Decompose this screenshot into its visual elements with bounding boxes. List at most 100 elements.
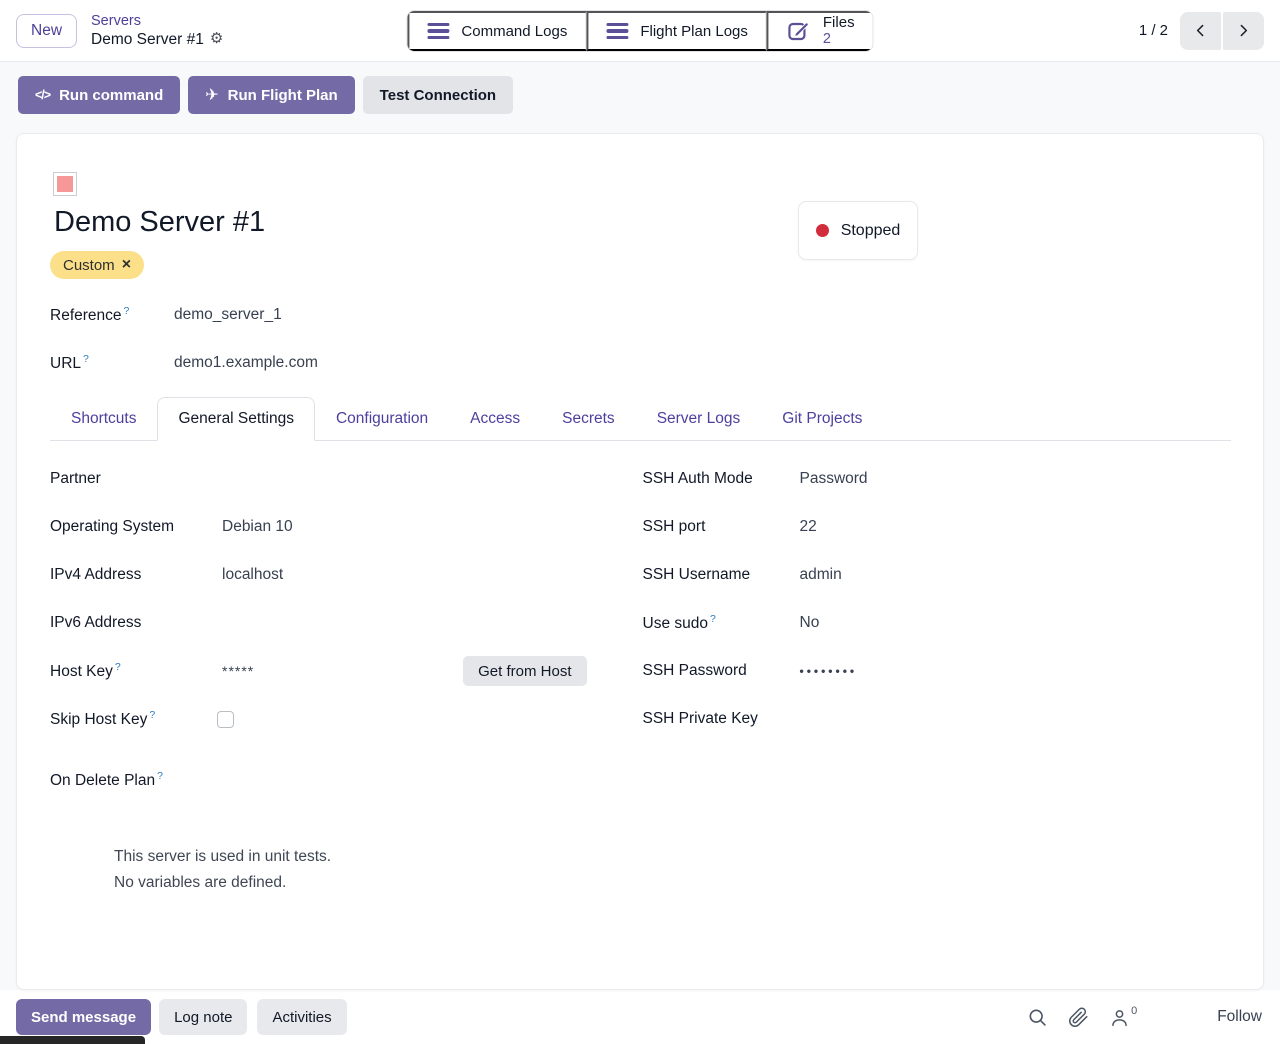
tag-label: Custom	[63, 257, 115, 274]
field-ssh-private-key: SSH Private Key	[643, 695, 1232, 743]
status-dot-icon	[816, 224, 829, 237]
operating-system-label: Operating System	[50, 518, 222, 536]
ssh-password-label: SSH Password	[643, 662, 800, 680]
field-ssh-auth-mode: SSH Auth Mode Password	[643, 455, 1232, 503]
on-delete-plan-label-wrap: On Delete Plan?	[50, 770, 222, 790]
tab-general-settings[interactable]: General Settings	[157, 397, 314, 441]
stat-button-command-logs[interactable]: Command Logs	[407, 11, 586, 51]
notebook-tabs: Shortcuts General Settings Configuration…	[50, 397, 1231, 441]
operating-system-value[interactable]: Debian 10	[222, 518, 605, 536]
status-strip	[0, 1036, 145, 1044]
ipv4-value[interactable]: localhost	[222, 566, 605, 584]
stat-button-flight-plan-logs[interactable]: Flight Plan Logs	[586, 11, 767, 51]
pager: 1 / 2	[1139, 12, 1264, 50]
test-connection-button[interactable]: Test Connection	[363, 76, 513, 114]
pager-position: 1 / 2	[1139, 22, 1168, 39]
ssh-auth-mode-value[interactable]: Password	[800, 470, 1232, 488]
field-use-sudo: Use sudo? No	[643, 599, 1232, 647]
stat-button-count: 2	[823, 31, 831, 48]
tab-shortcuts[interactable]: Shortcuts	[50, 397, 157, 441]
stat-button-label: Flight Plan Logs	[640, 23, 748, 40]
stat-button-files[interactable]: Files 2	[767, 11, 873, 51]
new-button[interactable]: New	[16, 14, 77, 48]
stat-button-group: Command Logs Flight Plan Logs Files 2	[406, 10, 873, 52]
plane-icon: ✈	[205, 85, 218, 105]
field-reference: Reference? demo_server_1	[50, 291, 1231, 339]
note-line: This server is used in unit tests.	[114, 844, 605, 870]
color-swatch[interactable]	[53, 172, 77, 196]
action-bar: </> Run command ✈ Run Flight Plan Test C…	[0, 62, 1280, 129]
test-connection-label: Test Connection	[380, 87, 496, 104]
followers-count: 0	[1131, 1005, 1137, 1017]
ssh-username-value[interactable]: admin	[800, 566, 1232, 584]
field-ssh-port: SSH port 22	[643, 503, 1232, 551]
ssh-password-value[interactable]: ••••••••	[800, 664, 1232, 678]
help-icon[interactable]: ?	[157, 770, 163, 782]
use-sudo-label: Use sudo	[643, 615, 708, 632]
search-messages-icon[interactable]	[1027, 1007, 1048, 1028]
reference-value[interactable]: demo_server_1	[174, 306, 282, 324]
log-note-button[interactable]: Log note	[159, 999, 247, 1035]
tab-secrets[interactable]: Secrets	[541, 397, 636, 441]
use-sudo-value[interactable]: No	[800, 614, 1232, 632]
pager-next-button[interactable]	[1223, 12, 1264, 50]
breadcrumb-parent-link[interactable]: Servers	[91, 12, 223, 30]
run-command-label: Run command	[59, 87, 163, 104]
chevron-right-icon	[1235, 22, 1252, 39]
note-line: No variables are defined.	[114, 870, 605, 896]
tag-remove-icon[interactable]: ×	[122, 257, 131, 273]
pager-previous-button[interactable]	[1180, 12, 1221, 50]
server-notes: This server is used in unit tests. No va…	[114, 844, 605, 896]
field-ssh-username: SSH Username admin	[643, 551, 1232, 599]
tab-configuration[interactable]: Configuration	[315, 397, 449, 441]
ipv4-label: IPv4 Address	[50, 566, 222, 584]
run-flight-plan-button[interactable]: ✈ Run Flight Plan	[188, 76, 354, 114]
url-value[interactable]: demo1.example.com	[174, 354, 318, 372]
get-from-host-button[interactable]: Get from Host	[463, 656, 586, 686]
attachment-paperclip-icon[interactable]	[1068, 1007, 1089, 1028]
status-label: Stopped	[841, 222, 901, 240]
help-icon[interactable]: ?	[149, 709, 155, 721]
list-icon	[606, 23, 628, 40]
breadcrumb: Servers Demo Server #1 ⚙	[91, 12, 223, 50]
field-skip-host-key: Skip Host Key?	[50, 695, 605, 743]
followers-icon[interactable]: 0	[1109, 1007, 1137, 1028]
activities-button[interactable]: Activities	[257, 999, 346, 1035]
ipv6-label: IPv6 Address	[50, 614, 222, 632]
field-ipv4: IPv4 Address localhost	[50, 551, 605, 599]
chatter-bar: Send message Log note Activities 0 Follo…	[0, 990, 1280, 1044]
tag-row: Custom ×	[50, 251, 1231, 279]
send-message-button[interactable]: Send message	[16, 999, 151, 1035]
form-column-left: Partner Operating System Debian 10 IPv4 …	[50, 455, 641, 896]
field-label: URL?	[50, 353, 174, 373]
ssh-private-key-label: SSH Private Key	[643, 710, 800, 728]
field-operating-system: Operating System Debian 10	[50, 503, 605, 551]
help-icon[interactable]: ?	[710, 613, 716, 625]
use-sudo-label-wrap: Use sudo?	[643, 613, 800, 633]
gear-icon[interactable]: ⚙	[210, 30, 223, 49]
skip-host-key-label: Skip Host Key	[50, 711, 147, 728]
ssh-port-value[interactable]: 22	[800, 518, 1232, 536]
stat-button-label: Files	[823, 14, 855, 31]
tab-server-logs[interactable]: Server Logs	[636, 397, 762, 441]
follow-button[interactable]: Follow	[1217, 1008, 1262, 1026]
run-command-button[interactable]: </> Run command	[18, 76, 180, 114]
help-icon[interactable]: ?	[124, 305, 130, 317]
form-sheet: Demo Server #1 Stopped Custom × Referenc…	[16, 133, 1264, 990]
tab-access[interactable]: Access	[449, 397, 541, 441]
ssh-port-label: SSH port	[643, 518, 800, 536]
edit-icon	[787, 18, 811, 45]
field-url: URL? demo1.example.com	[50, 339, 1231, 387]
code-icon: </>	[35, 88, 50, 102]
tag-custom[interactable]: Custom ×	[50, 251, 144, 279]
field-partner: Partner	[50, 455, 605, 503]
host-key-value[interactable]: *****	[222, 663, 463, 679]
field-label: Reference?	[50, 305, 174, 325]
help-icon[interactable]: ?	[115, 661, 121, 673]
tab-git-projects[interactable]: Git Projects	[761, 397, 883, 441]
on-delete-plan-label: On Delete Plan	[50, 772, 155, 789]
list-icon	[427, 23, 449, 40]
help-icon[interactable]: ?	[83, 353, 89, 365]
skip-host-key-checkbox[interactable]	[217, 711, 234, 728]
breadcrumb-current-label: Demo Server #1	[91, 30, 204, 49]
